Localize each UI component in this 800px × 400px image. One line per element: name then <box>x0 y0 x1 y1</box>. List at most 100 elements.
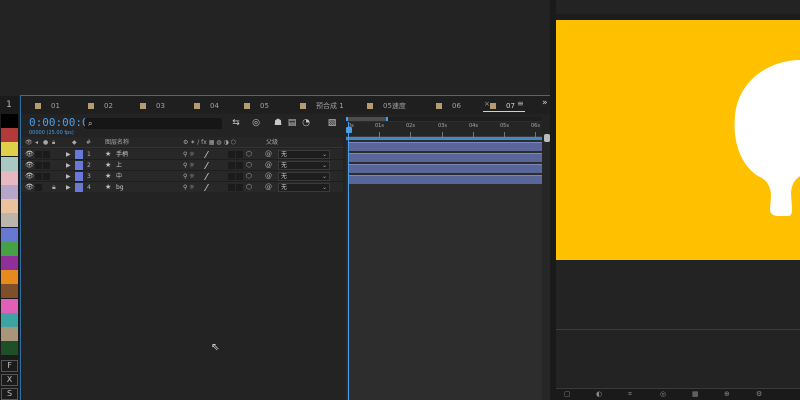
parent-dropdown[interactable]: 无 ⌄ <box>278 161 330 170</box>
switch-box[interactable] <box>228 151 235 158</box>
av-features-eye-icon[interactable]: 👁 <box>25 137 33 148</box>
shy-switch-icon[interactable]: ⚲ ☼ <box>183 171 195 182</box>
parent-dropdown[interactable]: 无 ⌄ <box>278 172 330 181</box>
pick-whip-icon[interactable]: @ <box>265 171 272 182</box>
color-swatch[interactable] <box>1 156 18 171</box>
footer-control-icon[interactable]: ◎ <box>660 390 666 398</box>
tab-03[interactable]: 03 <box>140 100 165 112</box>
switch-box[interactable] <box>236 151 243 158</box>
layer-label-color[interactable] <box>75 161 83 170</box>
switch-box[interactable] <box>236 173 243 180</box>
draft-3d-icon[interactable]: ◎ <box>250 117 262 129</box>
frame-blending-icon[interactable]: ▤ <box>286 117 298 129</box>
shy-switch-icon[interactable]: ⚲ ☼ <box>183 160 195 171</box>
color-swatch[interactable] <box>1 128 18 143</box>
shy-layers-icon[interactable]: ☗ <box>272 117 284 129</box>
layer-label-color[interactable] <box>75 183 83 192</box>
quality-switch-icon[interactable] <box>198 151 210 158</box>
layer-duration-bar[interactable] <box>348 142 542 151</box>
twirl-arrow-icon[interactable]: ▶ <box>66 171 71 182</box>
panel-menu-icon[interactable]: ≡ <box>517 99 524 108</box>
visibility-eye-icon[interactable]: 👁 <box>25 149 34 160</box>
audio-toggle[interactable] <box>35 184 42 191</box>
tab-06[interactable]: 06 <box>436 100 461 112</box>
footer-control-icon[interactable]: ▢ <box>564 390 571 398</box>
quality-switch-icon[interactable] <box>198 162 210 169</box>
color-swatch[interactable] <box>1 341 18 356</box>
parent-dropdown[interactable]: 无 ⌄ <box>278 150 330 159</box>
tab-04[interactable]: 04 <box>194 100 219 112</box>
color-swatch[interactable] <box>1 227 18 242</box>
column-parent[interactable]: 父级 <box>266 137 278 148</box>
column-layer-name[interactable]: 图层名称 <box>105 137 129 148</box>
color-swatch[interactable] <box>1 114 18 128</box>
twirl-arrow-icon[interactable]: ▶ <box>66 160 71 171</box>
solo-icon[interactable]: ● <box>43 137 48 148</box>
tab-01[interactable]: 01 <box>35 100 60 112</box>
layer-row[interactable]: 👁 ▶ 2 ★ 上 ⚲ ☼ ⬡ @ 无 ⌄ <box>21 160 343 171</box>
composition-canvas[interactable] <box>556 20 800 260</box>
swatch-letter-button[interactable]: F <box>1 360 18 372</box>
switch-box[interactable] <box>228 162 235 169</box>
time-navigator[interactable] <box>346 117 542 121</box>
color-swatch[interactable] <box>1 213 18 228</box>
playhead[interactable] <box>346 122 352 400</box>
color-swatch[interactable] <box>1 298 18 313</box>
switch-box[interactable] <box>236 162 243 169</box>
color-swatch[interactable] <box>1 284 18 299</box>
layer-label-color[interactable] <box>75 172 83 181</box>
color-swatch[interactable] <box>1 241 18 256</box>
timeline-track-area[interactable]: 0s 01s 02s 03s 04s 05s 06s <box>346 117 542 400</box>
footer-control-icon[interactable]: ◐ <box>596 390 602 398</box>
layer-name[interactable]: 上 <box>116 160 122 171</box>
tab-precomp-1[interactable]: 预合成 1 <box>300 100 344 112</box>
twirl-arrow-icon[interactable]: ▶ <box>66 149 71 160</box>
label-column-icon[interactable]: ◆ <box>72 137 77 148</box>
motion-blur-icon[interactable]: ◔ <box>300 117 312 129</box>
audio-toggle[interactable] <box>35 162 42 169</box>
tab-05[interactable]: 05 <box>244 100 269 112</box>
audio-toggle[interactable] <box>35 151 42 158</box>
tab-02[interactable]: 02 <box>88 100 113 112</box>
color-swatch[interactable] <box>1 312 18 327</box>
solo-toggle[interactable] <box>43 162 50 169</box>
footer-control-icon[interactable]: ⊕ <box>724 390 730 398</box>
color-swatch[interactable] <box>1 199 18 214</box>
lock-column-icon[interactable]: 🔒︎ <box>52 137 55 148</box>
shy-switch-icon[interactable]: ⚲ ☼ <box>183 149 195 160</box>
layer-list-empty-area[interactable]: ⇖ <box>21 192 343 400</box>
playhead-handle[interactable] <box>346 127 352 133</box>
close-tab-icon[interactable]: × <box>484 100 490 108</box>
audio-icon[interactable]: ◂ <box>35 137 38 148</box>
color-swatch[interactable] <box>1 256 18 270</box>
swatch-letter-button[interactable]: S <box>1 388 18 400</box>
solo-toggle[interactable] <box>43 173 50 180</box>
visibility-eye-icon[interactable]: 👁 <box>25 160 34 171</box>
layer-name[interactable]: 手柄 <box>116 149 128 160</box>
layer-row[interactable]: 👁 ▶ 1 ★ 手柄 ⚲ ☼ ⬡ @ 无 ⌄ <box>21 149 343 160</box>
footer-control-icon[interactable]: ▦ <box>692 390 699 398</box>
3d-layer-icon[interactable]: ⬡ <box>246 160 252 171</box>
quality-switch-icon[interactable] <box>198 173 210 180</box>
graph-editor-icon[interactable]: ▧ <box>326 117 338 129</box>
visibility-eye-icon[interactable]: 👁 <box>25 171 34 182</box>
color-swatch[interactable] <box>1 327 18 341</box>
switch-box[interactable] <box>228 184 235 191</box>
3d-layer-icon[interactable]: ⬡ <box>246 149 252 160</box>
layer-label-color[interactable] <box>75 150 83 159</box>
color-swatch[interactable] <box>1 170 18 185</box>
pick-whip-icon[interactable]: @ <box>265 160 272 171</box>
time-ruler[interactable]: 0s 01s 02s 03s 04s 05s 06s <box>346 122 542 137</box>
work-area-bar[interactable] <box>346 137 542 140</box>
layer-name[interactable]: 中 <box>116 171 122 182</box>
parent-dropdown[interactable]: 无 ⌄ <box>278 183 330 192</box>
color-swatch[interactable] <box>1 185 18 199</box>
layer-duration-bar[interactable] <box>348 153 542 162</box>
switch-box[interactable] <box>236 184 243 191</box>
solo-toggle[interactable] <box>43 151 50 158</box>
swatch-letter-button[interactable]: X <box>1 374 18 386</box>
3d-layer-icon[interactable]: ⬡ <box>246 171 252 182</box>
audio-toggle[interactable] <box>35 173 42 180</box>
footer-control-icon[interactable]: ⚙ <box>756 390 762 398</box>
switch-box[interactable] <box>228 173 235 180</box>
